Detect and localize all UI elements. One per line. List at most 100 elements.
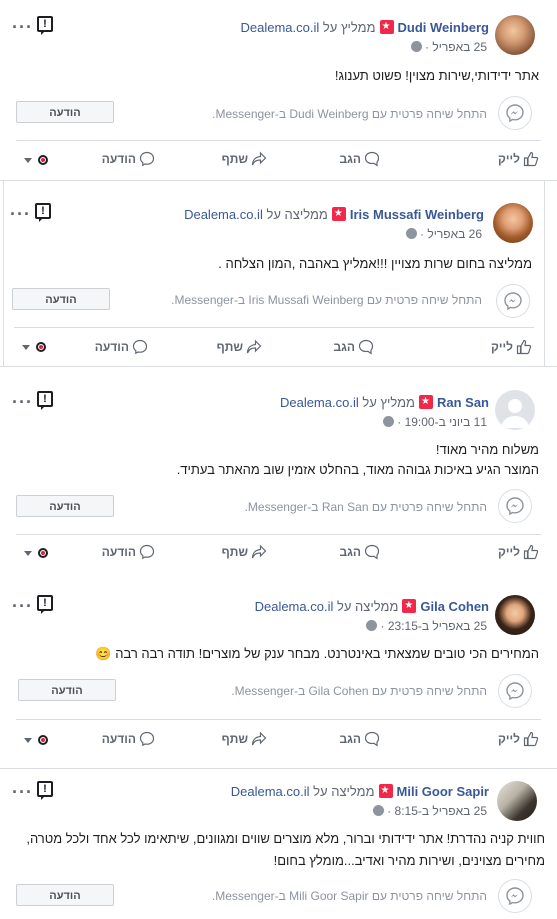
message-icon — [139, 544, 155, 560]
messenger-icon[interactable] — [496, 284, 530, 318]
reviewer-name[interactable]: Iris Mussafi Weinberg — [350, 207, 484, 222]
recommend-icon — [418, 395, 433, 409]
message-icon — [139, 151, 155, 167]
more-dots-icon[interactable]: ··· — [12, 393, 33, 411]
report-icon[interactable]: ! — [37, 595, 53, 614]
report-icon[interactable]: ! — [37, 781, 53, 800]
divider — [16, 140, 541, 141]
comment-button[interactable]: הגב — [333, 339, 374, 355]
post-date[interactable]: 26 באפריל — [427, 227, 482, 241]
report-icon[interactable]: ! — [35, 203, 51, 222]
review-card-4: Gila Cohen ממליצה על Dealema.co.il 25 באפ… — [0, 575, 557, 765]
message-button[interactable]: הודעה — [102, 544, 155, 560]
message-button[interactable]: הודעה — [95, 339, 148, 355]
recommends-text: ממליץ על — [322, 20, 376, 35]
post-date[interactable]: 25 באפריל ב-8:15 — [395, 804, 487, 818]
profile-selector-icon[interactable] — [38, 548, 48, 558]
comment-icon — [358, 339, 374, 355]
messenger-icon[interactable] — [498, 879, 532, 913]
review-card-3: Ran San ממליץ על Dealema.co.il 11 ביוני ב… — [0, 372, 557, 572]
recommends-text: ממליץ על — [362, 395, 415, 410]
recommend-icon — [379, 20, 394, 34]
globe-icon — [372, 805, 384, 816]
profile-selector-icon[interactable] — [38, 735, 48, 745]
divider — [16, 534, 541, 535]
chevron-down-icon[interactable] — [24, 738, 32, 743]
message-icon — [139, 731, 155, 747]
comment-button[interactable]: הגב — [339, 544, 380, 560]
message-button[interactable]: הודעה — [102, 151, 155, 167]
profile-selector-icon[interactable] — [36, 342, 46, 352]
share-icon — [246, 339, 262, 354]
share-button[interactable]: שתף — [222, 151, 267, 167]
page-link[interactable]: Dealema.co.il — [255, 599, 334, 614]
messenger-icon[interactable] — [498, 674, 532, 708]
report-icon[interactable]: ! — [37, 391, 53, 410]
post-meta: 25 באפריל · — [407, 40, 487, 54]
review-text: ממליצה בחום שרות מצויין !!!אמליץ באהבה ,… — [218, 256, 532, 271]
like-button[interactable]: לייק — [498, 151, 539, 167]
more-dots-icon[interactable]: ··· — [12, 783, 33, 801]
globe-icon — [405, 228, 417, 239]
post-date[interactable]: 25 באפריל — [432, 40, 487, 54]
comment-icon — [364, 731, 380, 747]
globe-icon — [410, 41, 422, 52]
reviewer-name[interactable]: Ran San — [437, 395, 489, 410]
more-dots-icon[interactable]: ··· — [12, 597, 33, 615]
review-text: משלוח מהיר מאוד! המוצר הגיע באיכות גבוהה… — [176, 442, 539, 477]
more-dots-icon[interactable]: ··· — [12, 18, 33, 36]
page-link[interactable]: Dealema.co.il — [241, 20, 320, 35]
send-message-button[interactable]: הודעה — [16, 884, 114, 906]
share-button[interactable]: שתף — [217, 339, 262, 355]
avatar[interactable] — [493, 203, 533, 243]
review-text: אתר ידידותי,שירות מצוין! פשוט תענוג! — [334, 68, 539, 83]
send-message-button[interactable]: הודעה — [16, 101, 114, 123]
card-frame — [544, 180, 545, 366]
card-divider — [0, 366, 557, 367]
like-button[interactable]: לייק — [491, 339, 532, 355]
recommend-icon — [378, 784, 393, 798]
post-date[interactable]: 25 באפריל ב-23:15 — [388, 619, 487, 633]
messenger-prompt: התחל שיחה פרטית עם Iris Mussafi Weinberg… — [171, 293, 482, 307]
send-message-button[interactable]: הודעה — [18, 679, 116, 701]
share-button[interactable]: שתף — [222, 544, 267, 560]
report-icon[interactable]: ! — [37, 16, 53, 35]
reviewer-name[interactable]: Dudi Weinberg — [398, 20, 489, 35]
chevron-down-icon[interactable] — [24, 158, 32, 163]
messenger-icon[interactable] — [498, 489, 532, 523]
avatar[interactable] — [495, 15, 535, 55]
message-button[interactable]: הודעה — [102, 731, 155, 747]
message-icon — [132, 339, 148, 355]
avatar[interactable] — [497, 781, 537, 821]
recommend-icon — [331, 207, 346, 221]
reviewer-name[interactable]: Mili Goor Sapir — [397, 784, 489, 799]
like-icon — [523, 731, 539, 747]
messenger-prompt: התחל שיחה פרטית עם Mili Goor Sapir ב-Mes… — [211, 889, 487, 903]
chevron-down-icon[interactable] — [24, 551, 32, 556]
post-date[interactable]: 11 ביוני ב-19:00 — [405, 415, 487, 429]
review-header: Gila Cohen ממליצה על Dealema.co.il — [255, 599, 489, 615]
page-link[interactable]: Dealema.co.il — [184, 207, 263, 222]
review-header: Iris Mussafi Weinberg ממליצה על Dealema.c… — [184, 207, 484, 223]
review-header: Dudi Weinberg ממליץ על Dealema.co.il — [241, 20, 489, 36]
review-header: Ran San ממליץ על Dealema.co.il — [280, 395, 489, 411]
more-dots-icon[interactable]: ··· — [10, 205, 31, 223]
reviewer-name[interactable]: Gila Cohen — [420, 599, 489, 614]
messenger-icon[interactable] — [498, 96, 532, 130]
send-message-button[interactable]: הודעה — [16, 495, 114, 517]
page-link[interactable]: Dealema.co.il — [231, 784, 310, 799]
send-message-button[interactable]: הודעה — [12, 288, 110, 310]
comment-button[interactable]: הגב — [339, 731, 380, 747]
globe-icon — [382, 416, 394, 427]
globe-icon — [366, 620, 378, 631]
like-button[interactable]: לייק — [498, 544, 539, 560]
avatar[interactable] — [495, 595, 535, 635]
share-button[interactable]: שתף — [222, 731, 267, 747]
like-button[interactable]: לייק — [498, 731, 539, 747]
share-icon — [251, 544, 267, 559]
profile-selector-icon[interactable] — [38, 155, 48, 165]
chevron-down-icon[interactable] — [22, 345, 30, 350]
avatar[interactable] — [495, 390, 535, 430]
page-link[interactable]: Dealema.co.il — [280, 395, 359, 410]
comment-button[interactable]: הגב — [339, 151, 380, 167]
